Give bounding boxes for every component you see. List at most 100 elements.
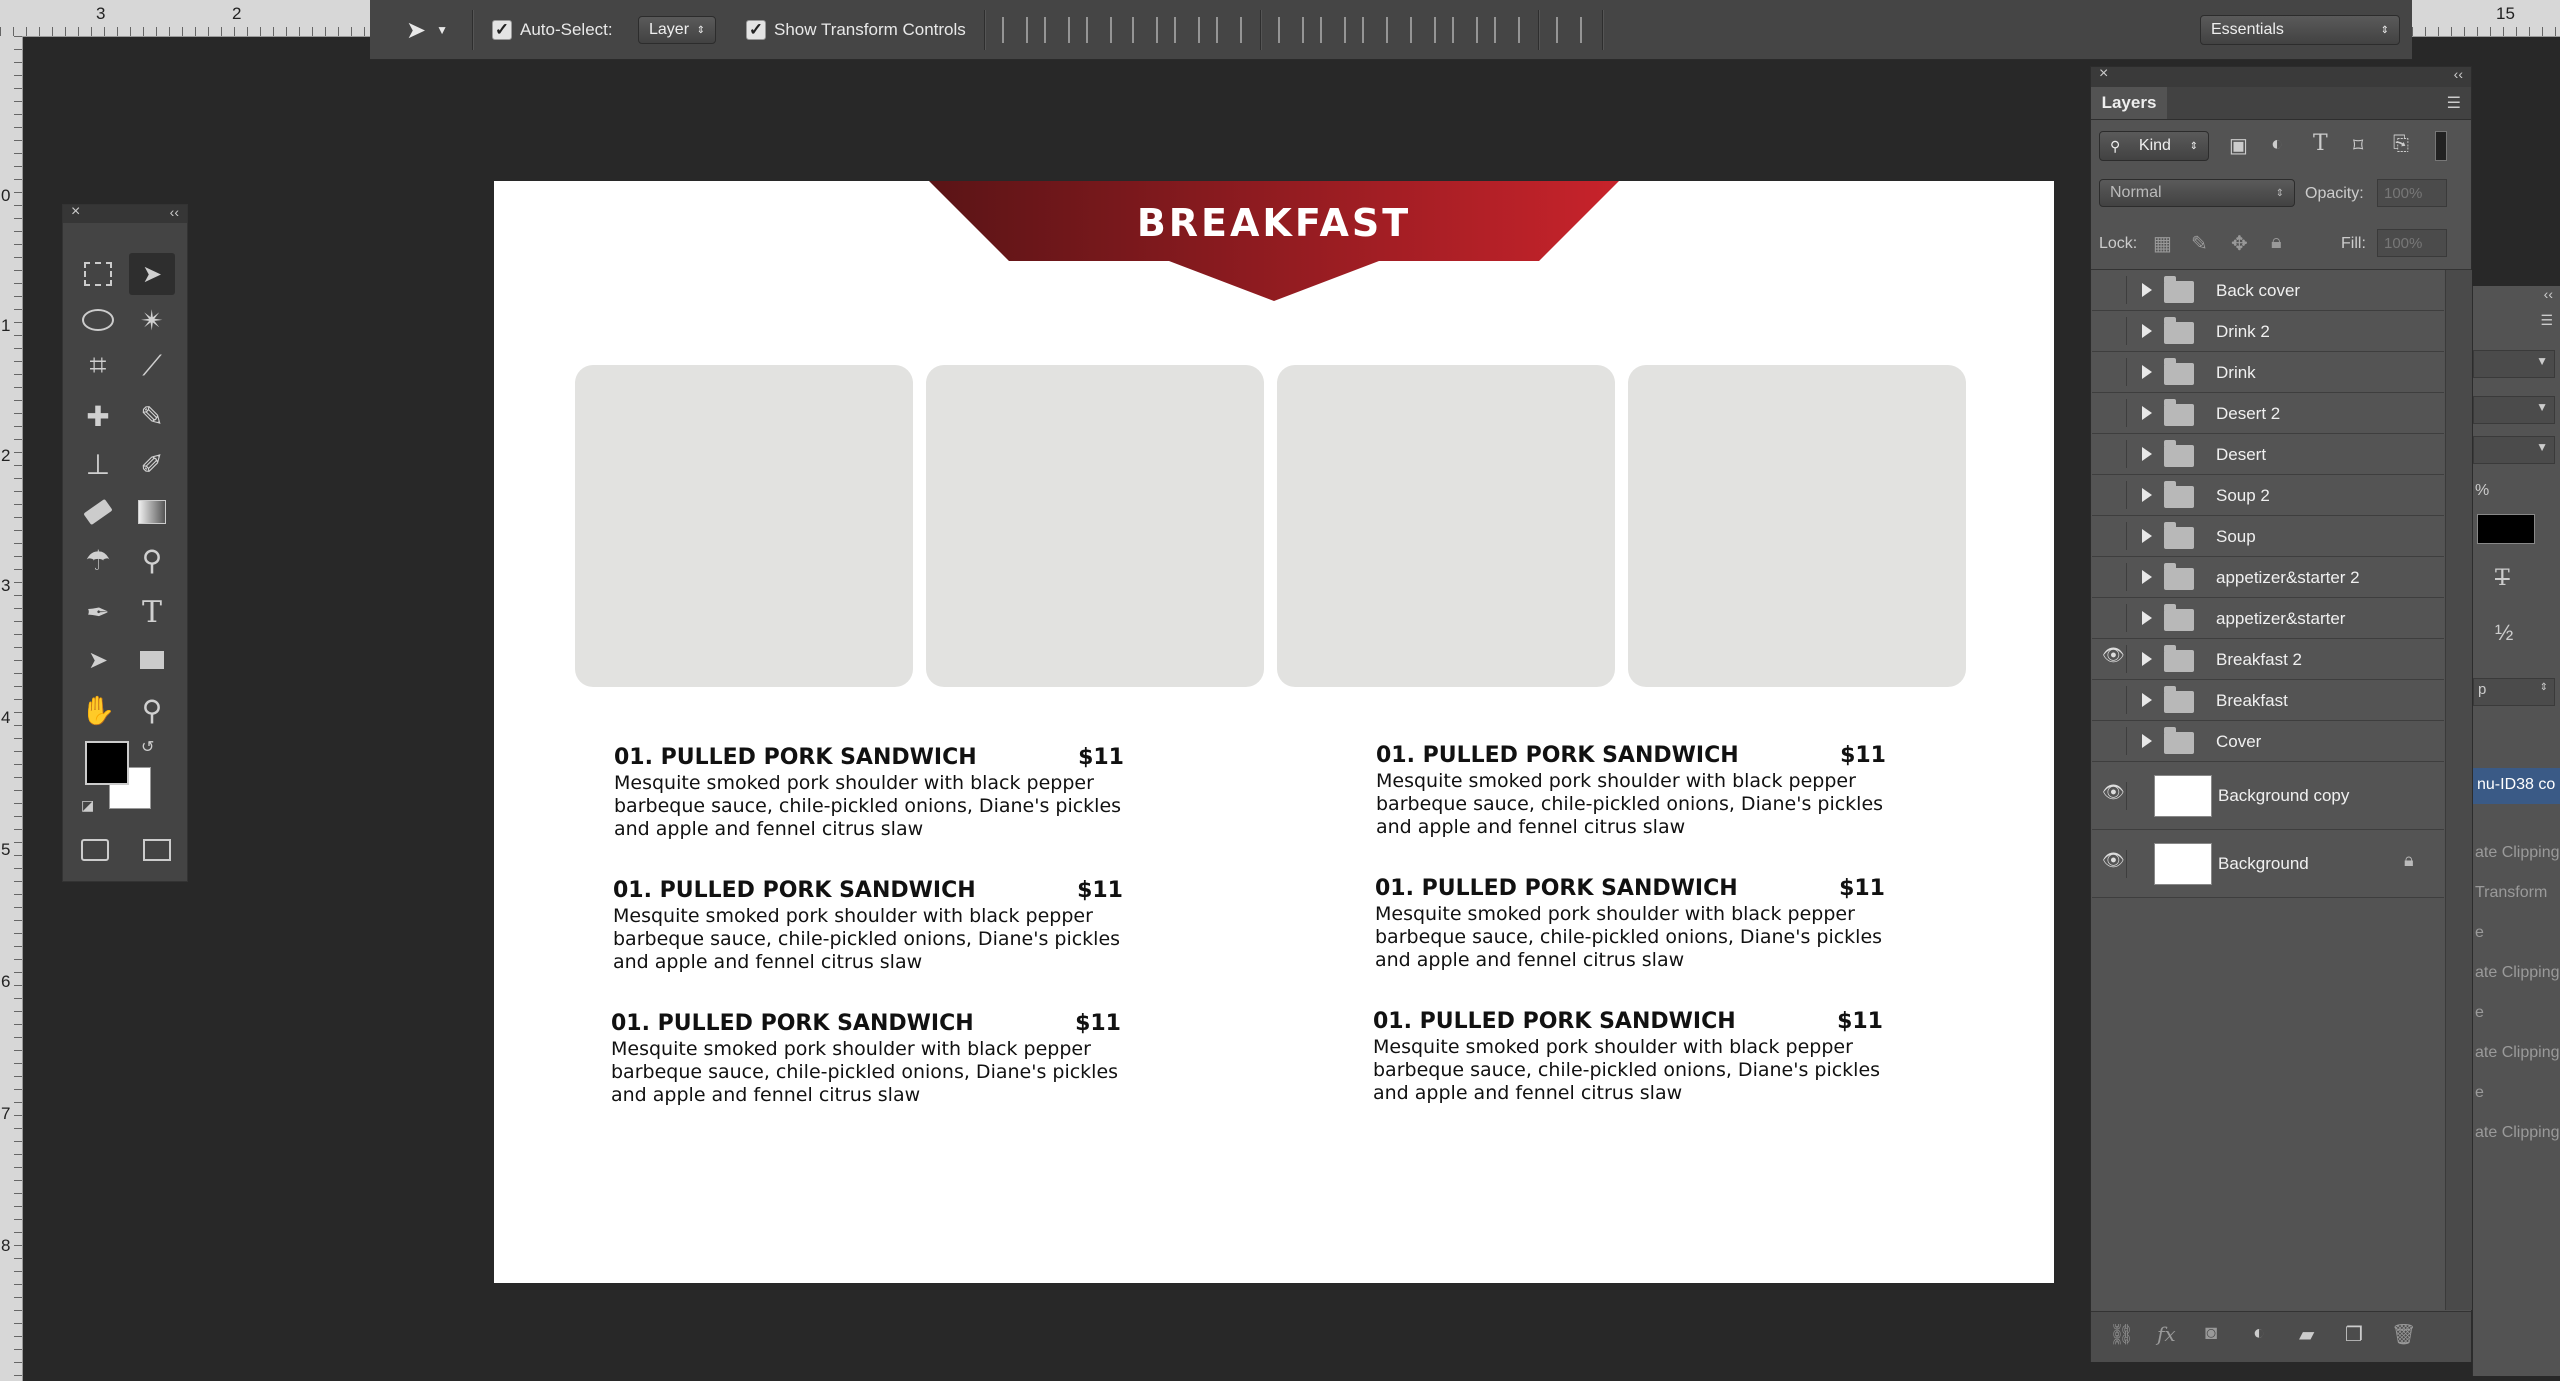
align-vertical-centers-icon[interactable] (1044, 17, 1070, 43)
lock-transparent-icon[interactable]: ▦ (2153, 231, 2172, 256)
panel-menu-icon[interactable]: ☰ (2540, 312, 2553, 329)
align-left-edges-icon[interactable] (1132, 17, 1158, 43)
lock-position-icon[interactable]: ✥ (2231, 231, 2248, 256)
auto-select-checkbox[interactable]: ✓ (492, 20, 512, 40)
expand-triangle-icon[interactable] (2142, 693, 2152, 707)
path-select-tool[interactable]: ➤ (75, 639, 121, 681)
panel-dropdown[interactable]: ▼ (2473, 436, 2555, 464)
align-horizontal-centers-icon[interactable] (1174, 17, 1200, 43)
visibility-toggle[interactable] (2100, 563, 2127, 591)
expand-triangle-icon[interactable] (2142, 611, 2152, 625)
gradient-tool[interactable] (129, 491, 175, 533)
menu-item-fragment[interactable]: ate Clipping (2475, 1044, 2560, 1062)
fill-input[interactable]: 100% (2377, 229, 2447, 257)
default-colors-icon[interactable]: ◪ (81, 797, 94, 814)
lock-all-icon[interactable]: 🔒︎ (2271, 231, 2282, 254)
visibility-toggle[interactable] (2100, 399, 2127, 427)
filter-type-icon[interactable]: T (2313, 131, 2328, 156)
zoom-tool[interactable]: ⚲ (129, 689, 175, 731)
visibility-toggle[interactable]: 👁︎ (2100, 850, 2127, 878)
strikethrough-icon[interactable]: T (2495, 566, 2510, 591)
expand-triangle-icon[interactable] (2142, 447, 2152, 461)
auto-select-dropdown[interactable]: Layer ⇕ (638, 16, 716, 44)
crop-tool[interactable]: ⌗ (75, 345, 121, 387)
collapse-icon[interactable]: ‹‹ (2454, 66, 2463, 82)
opacity-input[interactable]: 100% (2377, 179, 2447, 207)
top-ruler-right[interactable]: 15 (2412, 0, 2560, 37)
healing-tool[interactable]: ✚ (75, 395, 121, 437)
top-ruler[interactable]: 3 2 (0, 0, 370, 37)
link-icon[interactable]: ⛓ (2109, 1322, 2134, 1347)
collapse-icon[interactable]: ‹‹ (2544, 286, 2553, 302)
visibility-toggle[interactable] (2100, 522, 2127, 550)
eyedropper-tool[interactable]: ⟋ (129, 345, 175, 387)
quick-mask-icon[interactable] (81, 839, 109, 861)
swap-colors-icon[interactable]: ↺ (141, 737, 154, 757)
panel-titlebar[interactable]: × ‹‹ (2091, 65, 2471, 87)
layer-group-row[interactable]: Breakfast (2092, 680, 2444, 721)
blur-tool[interactable]: ☂ (75, 539, 121, 581)
menu-item-fragment[interactable]: e (2475, 1004, 2484, 1022)
workspace-dropdown[interactable]: Essentials ⇕ (2200, 15, 2400, 45)
dodge-tool[interactable]: ⚲ (129, 539, 175, 581)
visibility-toggle[interactable] (2100, 276, 2127, 304)
history-brush-tool[interactable]: ✐ (129, 443, 175, 485)
distribute-center-icon[interactable] (1320, 17, 1346, 43)
layer-group-row[interactable]: Cover (2092, 721, 2444, 762)
align-right-edges-icon[interactable] (1216, 17, 1242, 43)
layer-row[interactable]: 👁︎ Background copy (2092, 762, 2444, 830)
visibility-toggle[interactable] (2100, 686, 2127, 714)
layer-group-row[interactable]: 👁︎ Breakfast 2 (2092, 639, 2444, 680)
pen-tool[interactable]: ✒ (75, 591, 121, 633)
eraser-tool[interactable] (75, 491, 121, 533)
show-transform-checkbox[interactable]: ✓ (746, 20, 766, 40)
layers-scrollbar[interactable] (2445, 270, 2472, 1310)
distribute-hcenter-icon[interactable] (1452, 17, 1478, 43)
layer-group-row[interactable]: appetizer&starter 2 (2092, 557, 2444, 598)
expand-triangle-icon[interactable] (2142, 570, 2152, 584)
visibility-toggle[interactable] (2100, 481, 2127, 509)
screen-mode-icon[interactable] (143, 839, 171, 861)
tab-layers[interactable]: Layers (2091, 87, 2167, 119)
visibility-toggle[interactable]: 👁︎ (2100, 782, 2127, 810)
align-top-edges-icon[interactable] (1002, 17, 1028, 43)
menu-item-fragment[interactable]: ate Clipping (2475, 964, 2560, 982)
filter-toggle[interactable] (2435, 131, 2447, 161)
new-layer-icon[interactable]: ❐ (2345, 1322, 2363, 1347)
foreground-color-swatch[interactable] (85, 741, 129, 785)
adjustment-icon[interactable]: ◐ (2253, 1322, 2265, 1345)
menu-item-fragment[interactable]: e (2475, 1084, 2484, 1102)
stamp-tool[interactable]: ⊥ (75, 443, 121, 485)
lock-image-icon[interactable]: ✎ (2191, 231, 2208, 256)
fraction-icon[interactable]: ½ (2495, 620, 2513, 646)
blend-mode-dropdown[interactable]: Normal ⇕ (2099, 179, 2295, 207)
left-ruler[interactable]: 0 1 2 3 4 5 6 7 8 (0, 36, 23, 1381)
distribute-left-icon[interactable] (1410, 17, 1436, 43)
collapse-icon[interactable]: ‹‹ (170, 204, 179, 220)
menu-item-fragment[interactable]: Transform (2475, 884, 2547, 902)
color-swatch[interactable] (2477, 514, 2535, 544)
expand-triangle-icon[interactable] (2142, 324, 2152, 338)
visibility-toggle[interactable] (2100, 440, 2127, 468)
expand-triangle-icon[interactable] (2142, 406, 2152, 420)
visibility-toggle[interactable] (2100, 604, 2127, 632)
layer-group-row[interactable]: Drink (2092, 352, 2444, 393)
type-tool[interactable]: T (129, 591, 175, 633)
layer-group-row[interactable]: Desert 2 (2092, 393, 2444, 434)
visibility-toggle[interactable] (2100, 317, 2127, 345)
menu-item-fragment[interactable]: ate Clipping (2475, 844, 2560, 862)
close-icon[interactable]: × (2099, 65, 2108, 83)
brush-tool[interactable]: ✎ (129, 395, 175, 437)
filter-shape-icon[interactable]: ⌑ (2353, 133, 2363, 158)
move-tool[interactable]: ➤ (129, 253, 175, 295)
hand-tool[interactable]: ✋ (75, 689, 121, 731)
marquee-tool[interactable] (75, 253, 121, 295)
menu-item-fragment[interactable]: ate Clipping (2475, 1124, 2560, 1142)
close-icon[interactable]: × (71, 203, 80, 221)
panel-dropdown[interactable]: ▼ (2473, 350, 2555, 378)
toolbox-header[interactable]: × ‹‹ (63, 203, 187, 223)
layer-group-row[interactable]: Back cover (2092, 270, 2444, 311)
layer-group-row[interactable]: Drink 2 (2092, 311, 2444, 352)
filter-adjustment-icon[interactable]: ◐ (2271, 133, 2283, 156)
lasso-tool[interactable] (75, 299, 121, 341)
